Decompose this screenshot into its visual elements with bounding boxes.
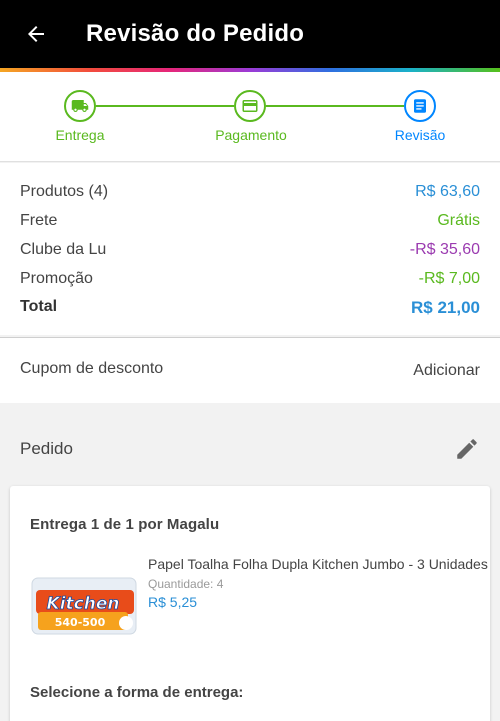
step-revisao[interactable] bbox=[404, 90, 436, 122]
app-bar: Revisão do Pedido bbox=[0, 0, 500, 68]
summary-label: Frete bbox=[20, 212, 58, 229]
product-quantity: Quantidade: 4 bbox=[148, 577, 223, 591]
order-summary: Produtos (4) R$ 63,60 Frete Grátis Clube… bbox=[0, 163, 500, 335]
summary-value: Grátis bbox=[437, 212, 480, 229]
document-list-icon bbox=[414, 99, 426, 113]
edit-order-button[interactable] bbox=[454, 436, 480, 462]
back-button[interactable] bbox=[18, 16, 54, 52]
page-title: Revisão do Pedido bbox=[86, 20, 305, 47]
quantity-label: Quantidade: bbox=[148, 577, 214, 591]
step-connector bbox=[96, 105, 234, 107]
step-label-pagamento: Pagamento bbox=[215, 127, 287, 143]
summary-row-promocao: Promoção -R$ 7,00 bbox=[20, 270, 480, 288]
add-coupon-button[interactable]: Adicionar bbox=[413, 362, 480, 380]
delivery-card: Entrega 1 de 1 por Magalu Kitchen 540-50… bbox=[10, 486, 490, 721]
truck-icon bbox=[71, 100, 89, 112]
product-price: R$ 5,25 bbox=[148, 594, 198, 610]
credit-card-icon bbox=[242, 100, 258, 112]
step-label-revisao: Revisão bbox=[394, 127, 446, 143]
order-title: Pedido bbox=[20, 439, 73, 458]
summary-row-clube: Clube da Lu -R$ 35,60 bbox=[20, 241, 480, 259]
step-connector bbox=[266, 105, 404, 107]
summary-row-produtos: Produtos (4) R$ 63,60 bbox=[20, 183, 480, 201]
step-entrega[interactable] bbox=[64, 90, 96, 122]
summary-row-total: Total R$ 21,00 bbox=[20, 298, 480, 318]
summary-value: R$ 63,60 bbox=[415, 183, 480, 200]
summary-label: Total bbox=[20, 298, 58, 315]
delivery-title: Entrega 1 de 1 por Magalu bbox=[30, 516, 220, 533]
summary-value: R$ 21,00 bbox=[411, 298, 480, 317]
delivery-method-label: Selecione a forma de entrega: bbox=[30, 684, 244, 701]
step-label-entrega: Entrega bbox=[55, 127, 105, 143]
quantity-value: 4 bbox=[216, 577, 224, 591]
product-image[interactable]: Kitchen 540-500 bbox=[28, 568, 140, 640]
product-name[interactable]: Papel Toalha Folha Dupla Kitchen Jumbo -… bbox=[148, 556, 488, 572]
summary-value: -R$ 35,60 bbox=[409, 241, 480, 258]
summary-label: Promoção bbox=[20, 270, 93, 287]
product-image-badge: 540-500 bbox=[55, 616, 106, 629]
summary-label: Produtos (4) bbox=[20, 183, 109, 200]
order-header: Pedido bbox=[0, 403, 500, 485]
product-image-brand: Kitchen bbox=[47, 594, 120, 614]
coupon-label: Cupom de desconto bbox=[20, 360, 164, 377]
arrow-left-icon bbox=[28, 26, 44, 42]
pencil-icon bbox=[457, 439, 477, 459]
summary-label: Clube da Lu bbox=[20, 241, 107, 258]
step-pagamento[interactable] bbox=[234, 90, 266, 122]
summary-row-frete: Frete Grátis bbox=[20, 212, 480, 230]
summary-value: -R$ 7,00 bbox=[418, 270, 480, 287]
checkout-stepper: Entrega Pagamento Revisão bbox=[0, 72, 500, 162]
coupon-row: Cupom de desconto Adicionar bbox=[0, 337, 500, 403]
